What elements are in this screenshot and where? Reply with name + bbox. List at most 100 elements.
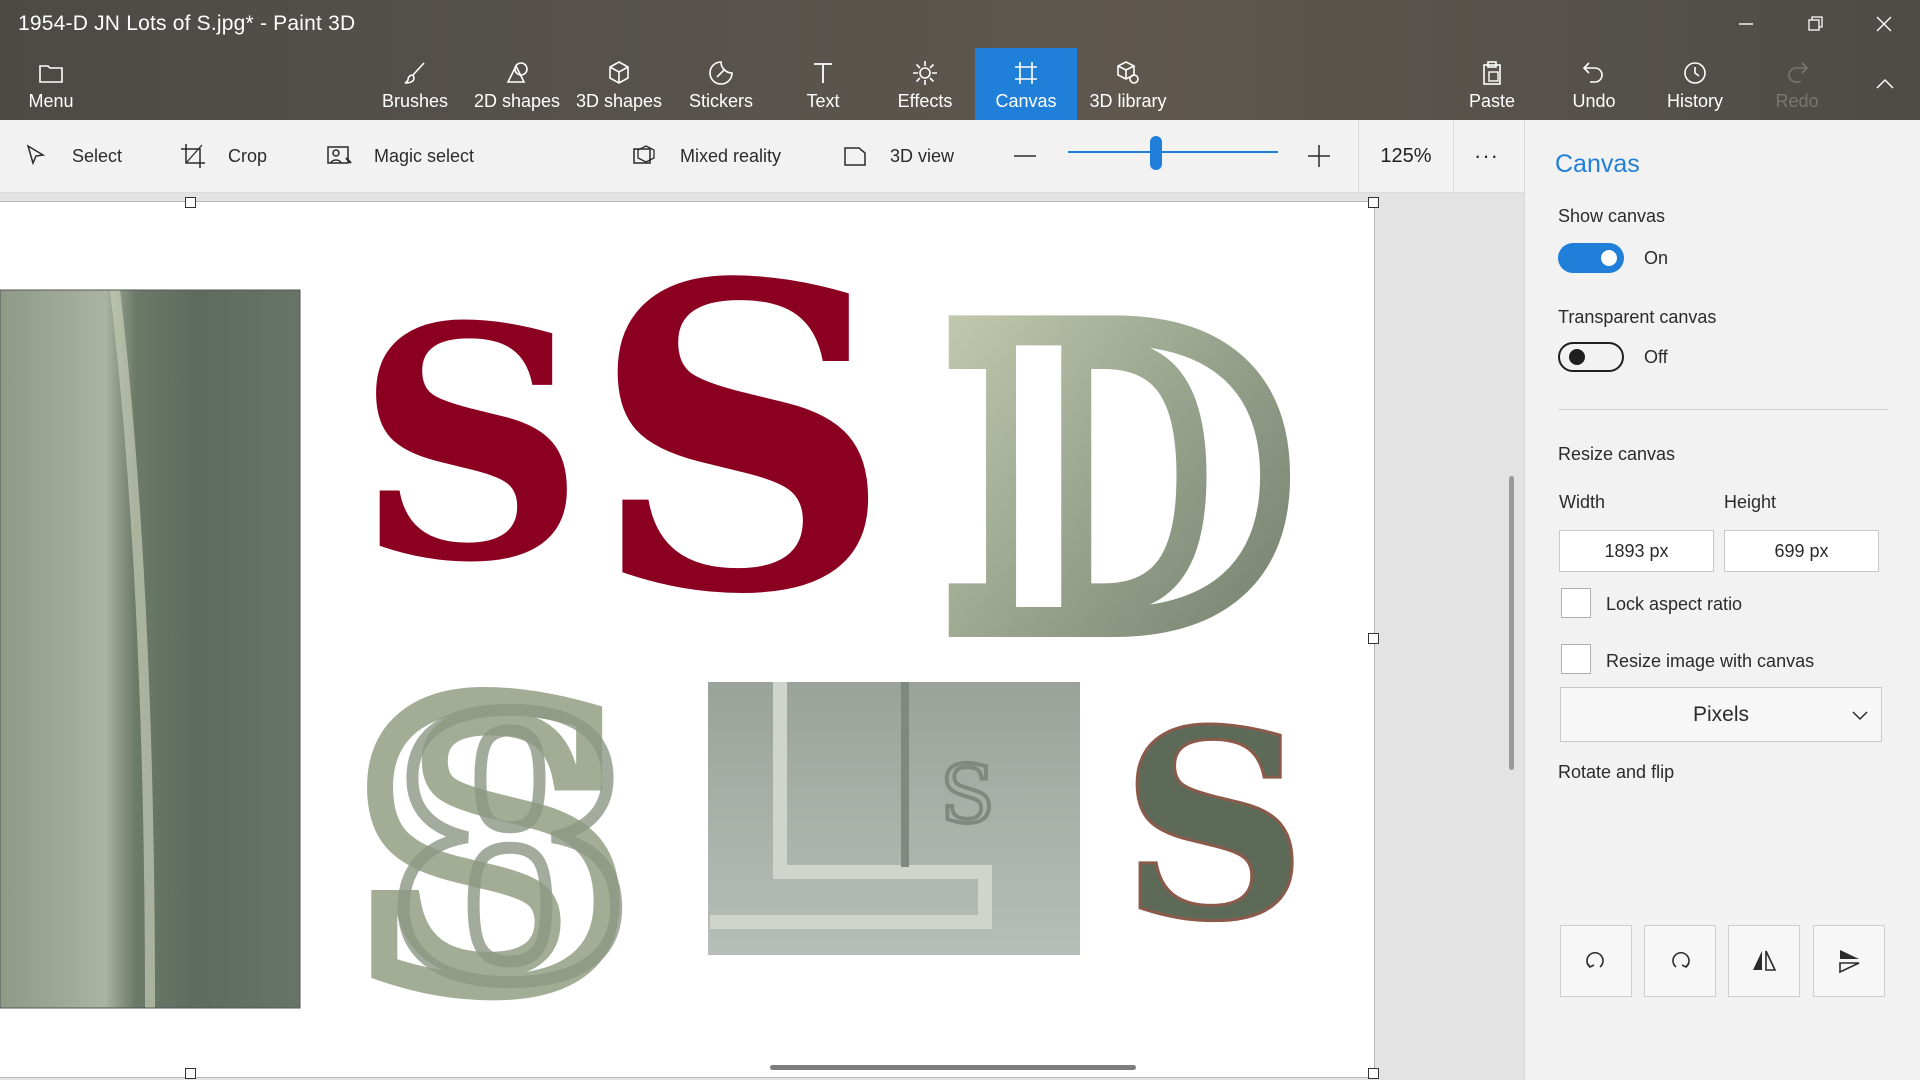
close-icon bbox=[1876, 16, 1892, 32]
redo-button[interactable]: Redo bbox=[1746, 48, 1848, 120]
zoom-in-button[interactable] bbox=[1306, 120, 1332, 192]
magic-select-button[interactable]: Magic select bbox=[326, 120, 474, 192]
folder-icon bbox=[39, 65, 63, 83]
zoom-slider-thumb[interactable] bbox=[1150, 136, 1163, 170]
2d-shapes-tool[interactable]: 2D shapes bbox=[466, 48, 568, 120]
canvas-icon bbox=[1015, 62, 1037, 84]
undo-icon bbox=[1582, 62, 1603, 83]
vertical-scrollbar[interactable] bbox=[1509, 476, 1514, 770]
metal-s-small: S bbox=[1120, 674, 1308, 979]
panel-title: Canvas bbox=[1555, 150, 1640, 178]
flip-vertical-button[interactable] bbox=[1813, 925, 1885, 997]
transparent-canvas-toggle[interactable] bbox=[1558, 342, 1624, 372]
restore-icon bbox=[1808, 16, 1823, 31]
3d-library-icon bbox=[1117, 61, 1139, 84]
zoom-slider-track[interactable] bbox=[1068, 151, 1278, 153]
resize-handle[interactable] bbox=[1368, 1068, 1379, 1079]
resize-image-checkbox[interactable] bbox=[1561, 644, 1591, 674]
menu-button[interactable]: Menu bbox=[0, 48, 102, 120]
units-value: Pixels bbox=[1692, 702, 1750, 726]
3d-view-button[interactable]: 3D view bbox=[842, 120, 954, 192]
history-button[interactable]: History bbox=[1644, 48, 1746, 120]
crop-button[interactable]: Crop bbox=[180, 120, 267, 192]
coin-letters-image: S S D S 8 S S bbox=[0, 202, 1309, 1077]
effects-tool[interactable]: Effects bbox=[874, 48, 976, 120]
select-button[interactable]: Select bbox=[24, 120, 122, 192]
window-title: 1954-D JN Lots of S.jpg* - Paint 3D bbox=[18, 12, 356, 35]
canvas-tool[interactable]: Canvas bbox=[975, 48, 1077, 120]
minimize-icon bbox=[1739, 23, 1753, 25]
paste-label: Paste bbox=[1468, 91, 1516, 111]
show-canvas-state: On bbox=[1644, 248, 1669, 268]
resize-handle[interactable] bbox=[1368, 633, 1379, 644]
rotate-left-button[interactable] bbox=[1560, 925, 1632, 997]
cube-icon bbox=[609, 61, 629, 84]
3d-shapes-tool[interactable]: 3D shapes bbox=[568, 48, 670, 120]
width-label: Width bbox=[1559, 492, 1606, 512]
text-tool[interactable]: Text bbox=[772, 48, 874, 120]
3d-library-tool[interactable]: 3D library bbox=[1077, 48, 1179, 120]
image-canvas[interactable]: S S D S 8 S S bbox=[0, 202, 1374, 1077]
history-label: History bbox=[1666, 91, 1723, 111]
lock-aspect-checkbox[interactable] bbox=[1561, 588, 1591, 618]
minus-icon bbox=[1014, 155, 1036, 157]
flip-horizontal-button[interactable] bbox=[1728, 925, 1800, 997]
crop-label: Crop bbox=[228, 145, 268, 166]
title-ribbon-bar: 1954-D JN Lots of S.jpg* - Paint 3D Menu… bbox=[0, 0, 1920, 120]
chevron-down-icon bbox=[1852, 711, 1868, 721]
history-icon bbox=[1684, 62, 1706, 84]
brushes-label: Brushes bbox=[381, 91, 449, 111]
resize-image-label: Resize image with canvas bbox=[1606, 651, 1815, 671]
resize-handle[interactable] bbox=[185, 197, 196, 208]
clipboard-icon bbox=[1483, 61, 1501, 85]
width-input[interactable]: 1893 px bbox=[1559, 530, 1714, 572]
svg-text:8: 8 bbox=[385, 639, 636, 1062]
paste-button[interactable]: Paste bbox=[1441, 48, 1543, 120]
mixed-reality-button[interactable]: Mixed reality bbox=[632, 120, 781, 192]
height-input[interactable]: 699 px bbox=[1724, 530, 1879, 572]
redo-label: Redo bbox=[1775, 91, 1819, 111]
zoom-level[interactable]: 125% bbox=[1358, 120, 1454, 192]
transparent-canvas-label: Transparent canvas bbox=[1558, 307, 1717, 327]
svg-text:S: S bbox=[940, 748, 995, 841]
3d-shapes-label: 3D shapes bbox=[575, 91, 663, 111]
redo-icon bbox=[1788, 62, 1809, 83]
zoom-out-button[interactable] bbox=[1012, 120, 1038, 192]
minimize-button[interactable] bbox=[1713, 0, 1779, 48]
stickers-tool[interactable]: Stickers bbox=[670, 48, 772, 120]
metal-d: D bbox=[945, 247, 1292, 717]
3d-library-label: 3D library bbox=[1089, 91, 1167, 111]
flip-vertical-icon bbox=[1839, 950, 1860, 974]
sun-icon bbox=[913, 61, 937, 85]
restore-button[interactable] bbox=[1782, 0, 1848, 48]
undo-button[interactable]: Undo bbox=[1543, 48, 1645, 120]
stickers-label: Stickers bbox=[688, 91, 753, 111]
height-label: Height bbox=[1724, 492, 1777, 512]
rotate-flip-label: Rotate and flip bbox=[1558, 762, 1675, 782]
mixed-reality-icon bbox=[633, 145, 655, 164]
horizontal-scrollbar[interactable] bbox=[770, 1065, 1136, 1070]
magic-select-icon bbox=[327, 146, 352, 164]
units-dropdown[interactable]: Pixels bbox=[1560, 687, 1882, 742]
collapse-ribbon-button[interactable] bbox=[1852, 54, 1918, 114]
rotate-right-button[interactable] bbox=[1644, 925, 1716, 997]
rotate-left-icon bbox=[1586, 952, 1604, 969]
2d-shapes-icon bbox=[506, 62, 528, 83]
magic-select-label: Magic select bbox=[374, 145, 475, 166]
resize-handle[interactable] bbox=[1368, 197, 1379, 208]
close-button[interactable] bbox=[1851, 0, 1917, 48]
undo-label: Undo bbox=[1572, 91, 1616, 111]
select-label: Select bbox=[72, 145, 123, 166]
3d-view-label: 3D view bbox=[890, 145, 955, 166]
lock-aspect-label: Lock aspect ratio bbox=[1606, 594, 1743, 614]
flip-horizontal-icon bbox=[1753, 950, 1777, 971]
more-options-button[interactable]: ··· bbox=[1474, 120, 1499, 192]
show-canvas-toggle[interactable] bbox=[1558, 243, 1624, 273]
brushes-tool[interactable]: Brushes bbox=[364, 48, 466, 120]
chevron-up-icon bbox=[1876, 78, 1894, 89]
rotate-right-icon bbox=[1672, 952, 1690, 969]
red-s-small: S bbox=[355, 258, 586, 633]
cursor-icon bbox=[26, 144, 46, 166]
canvas-label: Canvas bbox=[995, 91, 1057, 111]
resize-handle[interactable] bbox=[185, 1068, 196, 1079]
